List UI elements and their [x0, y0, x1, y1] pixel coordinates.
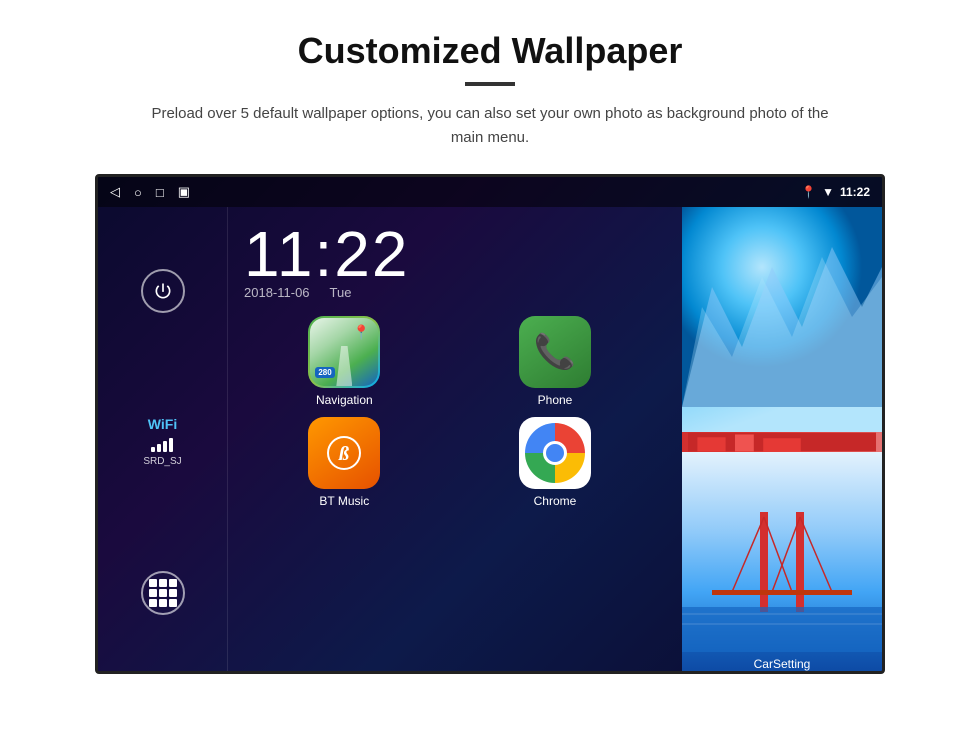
chrome-center-icon — [543, 441, 567, 465]
android-screen: ◁ ○ □ ▣ 📍 ▼ 11:22 — [95, 174, 885, 674]
clock-time: 11:22 — [244, 217, 409, 291]
status-bar-right: 📍 ▼ 11:22 — [801, 185, 870, 199]
wifi-ssid: SRD_SJ — [143, 456, 181, 467]
navigation-label: Navigation — [316, 393, 373, 407]
status-bar: ◁ ○ □ ▣ 📍 ▼ 11:22 — [98, 177, 882, 207]
photo-ice-overlay — [682, 207, 882, 432]
apps-grid-icon — [149, 579, 177, 607]
left-sidebar: WiFi SRD_SJ — [98, 207, 228, 674]
phone-handset-icon: 📞 — [534, 332, 576, 372]
apps-grid-button[interactable] — [141, 571, 185, 615]
power-button[interactable] — [141, 269, 185, 313]
back-nav-icon[interactable]: ◁ — [110, 184, 120, 200]
nav-map-inner: 280 📍 — [310, 318, 378, 386]
wifi-bars — [143, 436, 181, 452]
app-item-bt-music[interactable]: ß BT Music — [244, 417, 445, 508]
camera-nav-icon[interactable]: ▣ — [178, 184, 190, 200]
page-subtitle: Preload over 5 default wallpaper options… — [140, 102, 840, 150]
photo-top — [682, 207, 882, 432]
status-bar-nav: ◁ ○ □ ▣ — [110, 184, 190, 200]
clock-day: Tue — [330, 285, 352, 300]
right-photos-panel: CarSetting — [682, 207, 882, 674]
android-screen-wrapper: ◁ ○ □ ▣ 📍 ▼ 11:22 — [95, 174, 885, 674]
bt-music-label: BT Music — [319, 494, 369, 508]
location-icon: 📍 — [801, 185, 816, 199]
photo-bottom — [682, 452, 882, 674]
chrome-label: Chrome — [534, 494, 577, 508]
navigation-icon: 280 📍 — [308, 316, 380, 388]
recent-nav-icon[interactable]: □ — [156, 185, 164, 200]
svg-text:ß: ß — [338, 443, 349, 465]
photo-middle-strip — [682, 432, 882, 452]
phone-label: Phone — [538, 393, 573, 407]
status-time: 11:22 — [840, 185, 870, 199]
main-content: WiFi SRD_SJ — [98, 207, 882, 674]
app-item-chrome[interactable]: Chrome — [455, 417, 656, 508]
app-item-phone[interactable]: 📞 Phone — [455, 316, 656, 407]
phone-icon: 📞 — [519, 316, 591, 388]
wifi-info: WiFi SRD_SJ — [143, 416, 181, 467]
wifi-label: WiFi — [143, 416, 181, 432]
clock-date-value: 2018-11-06 — [244, 285, 310, 300]
app-item-navigation[interactable]: 280 📍 Navigation — [244, 316, 445, 407]
wifi-icon: ▼ — [822, 185, 834, 199]
home-nav-icon[interactable]: ○ — [134, 185, 142, 200]
chrome-app-icon — [519, 417, 591, 489]
bt-music-icon: ß — [308, 417, 380, 489]
carsetting-text: CarSetting — [682, 657, 882, 671]
page-title: Customized Wallpaper — [40, 30, 940, 72]
chrome-design-icon — [525, 423, 585, 483]
title-divider — [465, 82, 515, 86]
